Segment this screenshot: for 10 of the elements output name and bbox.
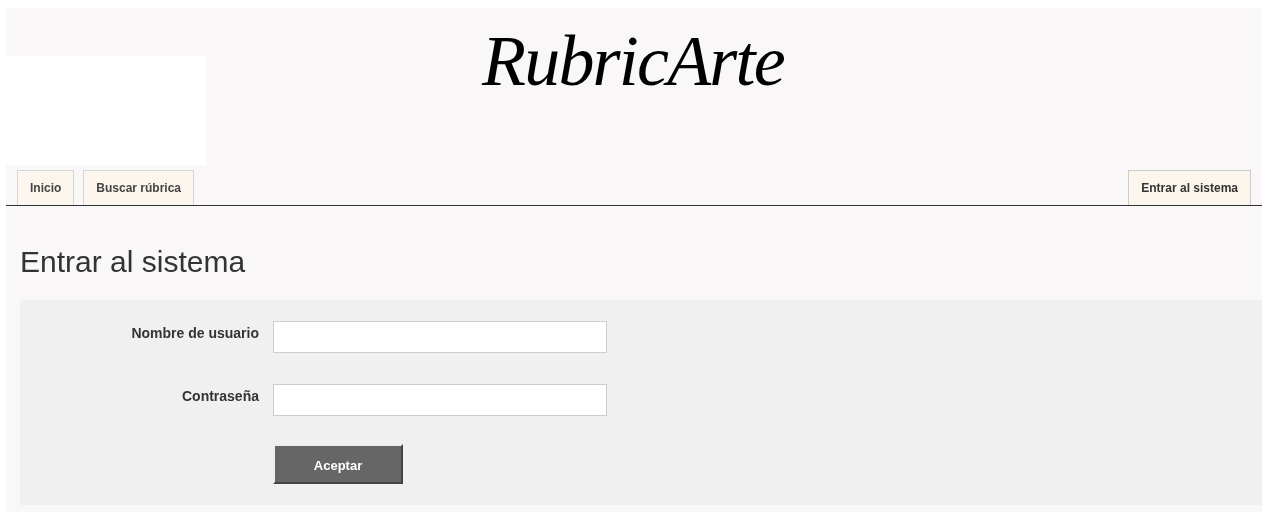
page-title: Entrar al sistema	[20, 244, 246, 280]
field-label: Nombre de usuario	[130, 324, 260, 343]
nav-tab[interactable]: Inicio	[17, 170, 75, 205]
nav-tab[interactable]: Entrar al sistema	[1128, 170, 1251, 205]
submit-button[interactable]: Aceptar	[273, 444, 403, 484]
username-field[interactable]	[273, 321, 607, 353]
site-logo: RubricArte	[482, 20, 784, 103]
nav-tab[interactable]: Buscar rúbrica	[83, 170, 195, 205]
password-field[interactable]	[273, 384, 607, 416]
field-label: Contraseña	[180, 387, 260, 406]
